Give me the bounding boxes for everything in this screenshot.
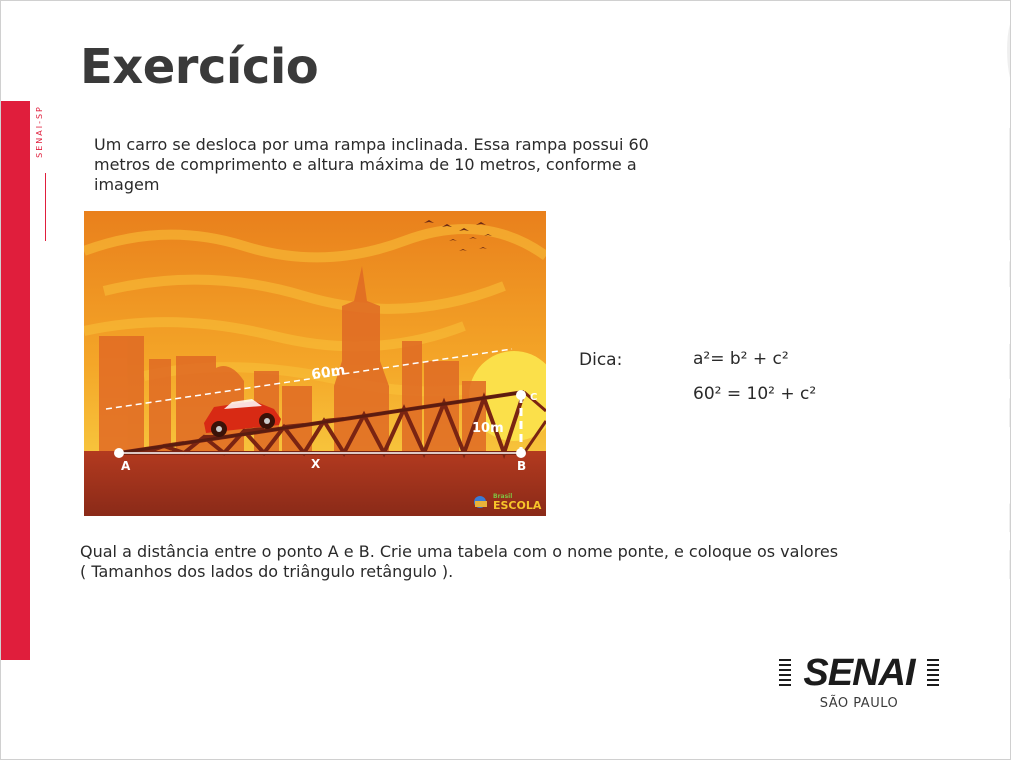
point-a-marker [114, 448, 124, 458]
intro-text: Um carro se desloca por uma rampa inclin… [94, 135, 649, 194]
senai-logo: SENAI SÃO PAULO [777, 653, 941, 717]
senai-watermark: SENAI [861, 1, 1011, 759]
brand-big: ESCOLA [493, 499, 542, 512]
logo-stripes-right [927, 659, 939, 687]
point-c-marker [516, 390, 526, 400]
side-divider [45, 173, 46, 241]
side-label: SENAI-SP [35, 101, 55, 171]
slide: SENAI SENAI-SP Exercício Um carro se des… [0, 0, 1011, 760]
slide-title: Exercício [80, 39, 319, 95]
question-text: Qual a distância entre o ponto A e B. Cr… [80, 542, 839, 581]
point-b-marker [516, 448, 526, 458]
base-x-label: X [311, 457, 321, 471]
accent-bar [1, 101, 30, 660]
hint-formula-2: 60² = 10² + c² [693, 384, 817, 404]
hint-label: Dica: [579, 350, 623, 370]
point-c-label: C [530, 392, 537, 403]
height-label: 10m [472, 421, 504, 436]
side-label-text: SENAI-SP [34, 105, 44, 158]
ramp-illustration: 60m 10m A B X C Brasil ESCOLA [82, 211, 559, 516]
logo-name: SENAI [803, 652, 915, 694]
hint-formula-1: a²= b² + c² [693, 349, 789, 369]
point-b-label: B [517, 459, 526, 473]
point-a-label: A [121, 459, 131, 473]
watermark-text: SENAI [966, 1, 1011, 606]
logo-subtitle: SÃO PAULO [819, 696, 899, 711]
